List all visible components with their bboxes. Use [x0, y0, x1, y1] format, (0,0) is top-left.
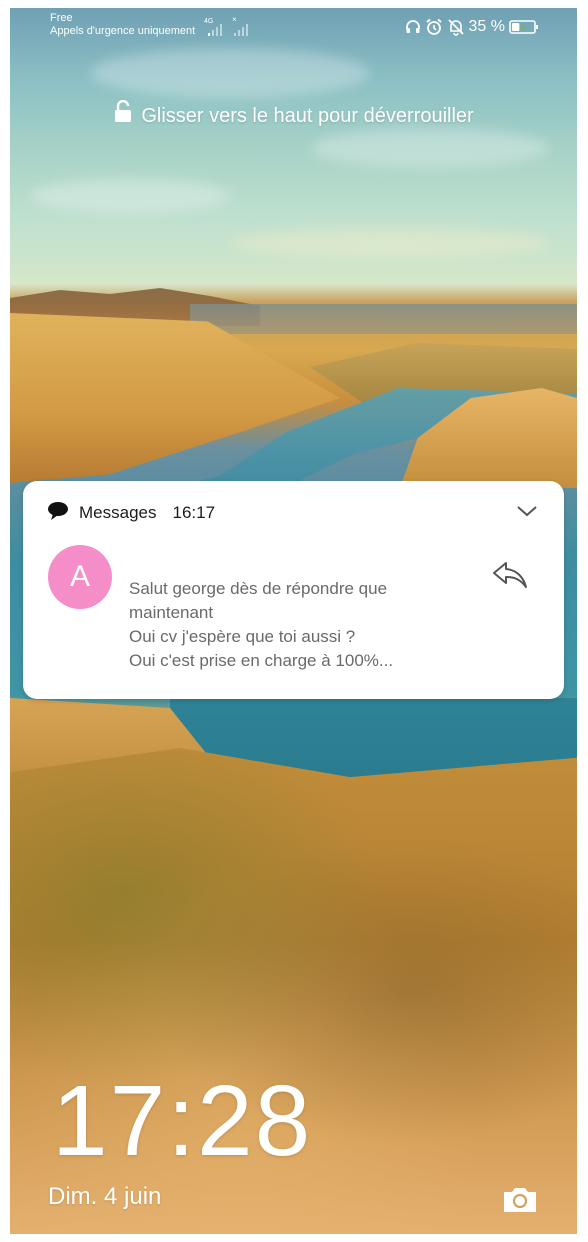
notification-time: 16:17 — [172, 503, 216, 522]
status-bar: Free Appels d'urgence uniquement 4G × 35… — [10, 8, 577, 48]
expand-chevron-icon[interactable] — [516, 503, 538, 519]
cloud — [230, 228, 550, 258]
messages-app-icon — [47, 501, 69, 526]
emergency-calls-text: Appels d'urgence uniquement — [50, 25, 196, 37]
battery-percent: 35 % — [468, 18, 505, 35]
reply-icon — [493, 562, 527, 588]
message-line: Oui c'est prise en charge à 100%... — [129, 651, 394, 670]
app-name: Messages — [79, 503, 157, 522]
carrier-name: Free — [50, 12, 73, 24]
message-notification[interactable]: Messages 16:17 A Salut george dès de rép… — [23, 481, 564, 699]
notification-header: Messages 16:17 — [47, 500, 215, 526]
date: Dim. 4 juin — [48, 1183, 162, 1210]
cloud — [90, 48, 370, 98]
unlock-hint-text: Glisser vers le haut pour déverrouiller — [141, 104, 474, 127]
message-line: Oui cv j'espère que toi aussi ? — [129, 627, 356, 646]
network-type-label: 4G — [204, 18, 213, 25]
unlock-icon — [113, 99, 133, 131]
battery-icon — [509, 19, 539, 35]
alarm-icon — [425, 18, 443, 36]
cloud — [30, 178, 230, 213]
carrier-info: Free Appels d'urgence uniquement — [50, 12, 195, 38]
lock-screen[interactable]: Free Appels d'urgence uniquement 4G × 35… — [10, 8, 577, 1234]
headphones-icon — [405, 19, 421, 35]
camera-shortcut-icon[interactable] — [500, 1184, 540, 1216]
message-line: Salut george dès de répondre que — [129, 579, 388, 598]
muted-bell-icon — [447, 18, 465, 36]
signal-icon: 4G × — [202, 14, 262, 38]
status-icons: 35 % — [405, 16, 539, 38]
cloud — [310, 128, 550, 168]
message-preview: Salut george dès de répondre que mainten… — [129, 577, 469, 673]
svg-text:×: × — [232, 15, 237, 24]
reply-button[interactable] — [490, 559, 530, 593]
clock: 17:28 — [52, 1065, 313, 1177]
message-line: maintenant — [129, 603, 214, 622]
far-hills — [190, 304, 577, 334]
unlock-hint[interactable]: Glisser vers le haut pour déverrouiller — [10, 99, 577, 131]
avatar: A — [48, 545, 112, 609]
